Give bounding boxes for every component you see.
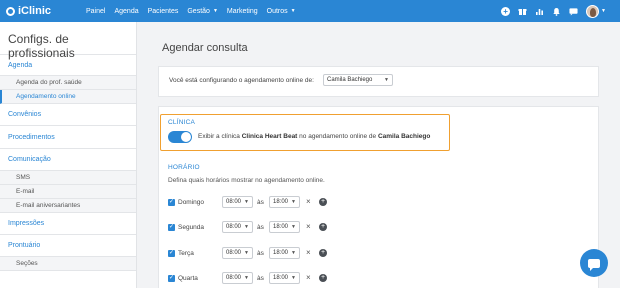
chevron-down-icon: ▼ [291, 250, 296, 256]
sidebar-section-3[interactable]: Comunicação [0, 149, 136, 171]
add-circle-icon[interactable]: + [319, 274, 327, 282]
schedule-hint: Defina quais horários mostrar no agendam… [168, 177, 325, 184]
close-icon[interactable]: × [306, 273, 311, 282]
avatar[interactable] [586, 4, 600, 18]
close-icon[interactable]: × [306, 222, 311, 231]
page-title: Agendar consulta [162, 42, 248, 54]
add-circle-icon[interactable]: + [319, 198, 327, 206]
chart-icon[interactable] [535, 7, 544, 16]
sidebar-title: Configs. de profissionais [0, 22, 136, 60]
day-checkbox[interactable]: ✓ [168, 199, 175, 206]
day-name: Quarta [178, 275, 198, 282]
chevron-down-icon: ▼ [291, 199, 296, 205]
sidebar-section-5[interactable]: Prontuário [0, 235, 136, 257]
separator-label: às [257, 275, 264, 282]
start-time-select[interactable]: 08:00 ▼ [222, 196, 253, 208]
add-circle-icon[interactable]: + [501, 6, 511, 16]
top-icons: + ▼ [493, 0, 606, 22]
end-time-select[interactable]: 18:00 ▼ [269, 272, 300, 284]
sidebar-subitem[interactable]: SMS [0, 171, 136, 185]
nav-item-pacientes[interactable]: Pacientes [148, 8, 179, 15]
config-label: Você está configurando o agendamento onl… [169, 77, 314, 84]
day-name: Domingo [178, 199, 205, 206]
chevron-down-icon: ▼ [290, 8, 296, 14]
day-checkbox[interactable]: ✓ [168, 275, 175, 282]
toggle-knob [181, 132, 191, 142]
chevron-down-icon: ▼ [244, 275, 249, 281]
nav-item-outros[interactable]: Outros ▼ [267, 8, 296, 15]
sidebar-subitem[interactable]: E-mail aniversariantes [0, 199, 136, 213]
chat-icon[interactable] [569, 7, 578, 16]
gift-icon[interactable] [518, 7, 527, 16]
main-nav: Painel Agenda Pacientes Gestão ▼ Marketing Out… [86, 8, 305, 15]
chevron-down-icon: ▼ [291, 275, 296, 281]
separator-label: às [257, 250, 264, 257]
chat-bubble-icon [588, 258, 600, 271]
schedule-row: ✓ Quarta 08:00 ▼ às 18:00 ▼ × + [168, 272, 368, 286]
end-time-select[interactable]: 18:00 ▼ [269, 221, 300, 233]
chevron-down-icon: ▼ [244, 224, 249, 230]
end-time-select[interactable]: 18:00 ▼ [269, 196, 300, 208]
schedule-row: ✓ Segunda 08:00 ▼ às 18:00 ▼ × + [168, 221, 368, 235]
clinic-name: Clinica Heart Beat [241, 133, 298, 140]
professional-config-card: Você está configurando o agendamento onl… [158, 66, 599, 97]
nav-item-gesto[interactable]: Gestão ▼ [187, 8, 218, 15]
chevron-down-icon: ▼ [291, 224, 296, 230]
add-circle-icon[interactable]: + [319, 249, 327, 257]
clinic-toggle-text: Exibir a clínica Clinica Heart Beat no a… [198, 133, 431, 140]
settings-sidebar: Configs. de profissionais Agenda Agenda d… [0, 22, 137, 288]
nav-item-agenda[interactable]: Agenda [114, 8, 138, 15]
day-name: Terça [178, 250, 194, 257]
schedule-section-label: HORÁRIO [168, 164, 200, 171]
chevron-down-icon: ▼ [244, 250, 249, 256]
clinic-section-label: CLÍNICA [168, 119, 196, 126]
close-icon[interactable]: × [306, 248, 311, 257]
nav-item-marketing[interactable]: Marketing [227, 8, 258, 15]
separator-label: às [257, 199, 264, 206]
sidebar-section-1[interactable]: Convênios [0, 104, 136, 126]
schedule-row: ✓ Terça 08:00 ▼ às 18:00 ▼ × + [168, 247, 368, 261]
day-checkbox[interactable]: ✓ [168, 250, 175, 257]
day-checkbox[interactable]: ✓ [168, 224, 175, 231]
separator-label: às [257, 224, 264, 231]
iclinic-logo[interactable]: iClinic [6, 5, 76, 17]
start-time-select[interactable]: 08:00 ▼ [222, 272, 253, 284]
sidebar-subitem[interactable]: E-mail [0, 185, 136, 199]
nav-item-painel[interactable]: Painel [86, 8, 105, 15]
start-time-select[interactable]: 08:00 ▼ [222, 221, 253, 233]
day-name: Segunda [178, 224, 205, 231]
top-navbar: iClinic Painel Agenda Pacientes Gestão ▼ Mark… [0, 0, 620, 22]
chevron-down-icon: ▼ [212, 8, 218, 14]
close-icon[interactable]: × [306, 197, 311, 206]
start-time-select[interactable]: 08:00 ▼ [222, 247, 253, 259]
sidebar-subitem[interactable]: Seções [0, 257, 136, 271]
sidebar-list: Agenda Agenda do prof. saúde Agendamento o… [0, 55, 136, 271]
schedule-row: ✓ Domingo 08:00 ▼ às 18:00 ▼ × + [168, 196, 368, 210]
professional-select[interactable]: Camila Bachiego ▼ [323, 74, 393, 86]
add-circle-icon[interactable]: + [319, 223, 327, 231]
sidebar-subitem[interactable]: Agenda do prof. saúde [0, 76, 136, 90]
clinic-toggle[interactable] [168, 131, 192, 143]
logo-mark-icon [6, 6, 15, 16]
sidebar-section-2[interactable]: Procedimentos [0, 126, 136, 149]
chat-widget-button[interactable] [580, 249, 608, 277]
end-time-select[interactable]: 18:00 ▼ [269, 247, 300, 259]
chevron-down-icon[interactable]: ▼ [601, 8, 606, 14]
sidebar-section-4[interactable]: Impressões [0, 213, 136, 235]
bell-icon[interactable] [552, 7, 561, 16]
chevron-down-icon: ▼ [384, 77, 389, 83]
logo-text: iClinic [18, 5, 52, 17]
chevron-down-icon: ▼ [244, 199, 249, 205]
sidebar-subitem[interactable]: Agendamento online [0, 90, 136, 104]
professional-name: Camila Bachiego [377, 133, 431, 140]
